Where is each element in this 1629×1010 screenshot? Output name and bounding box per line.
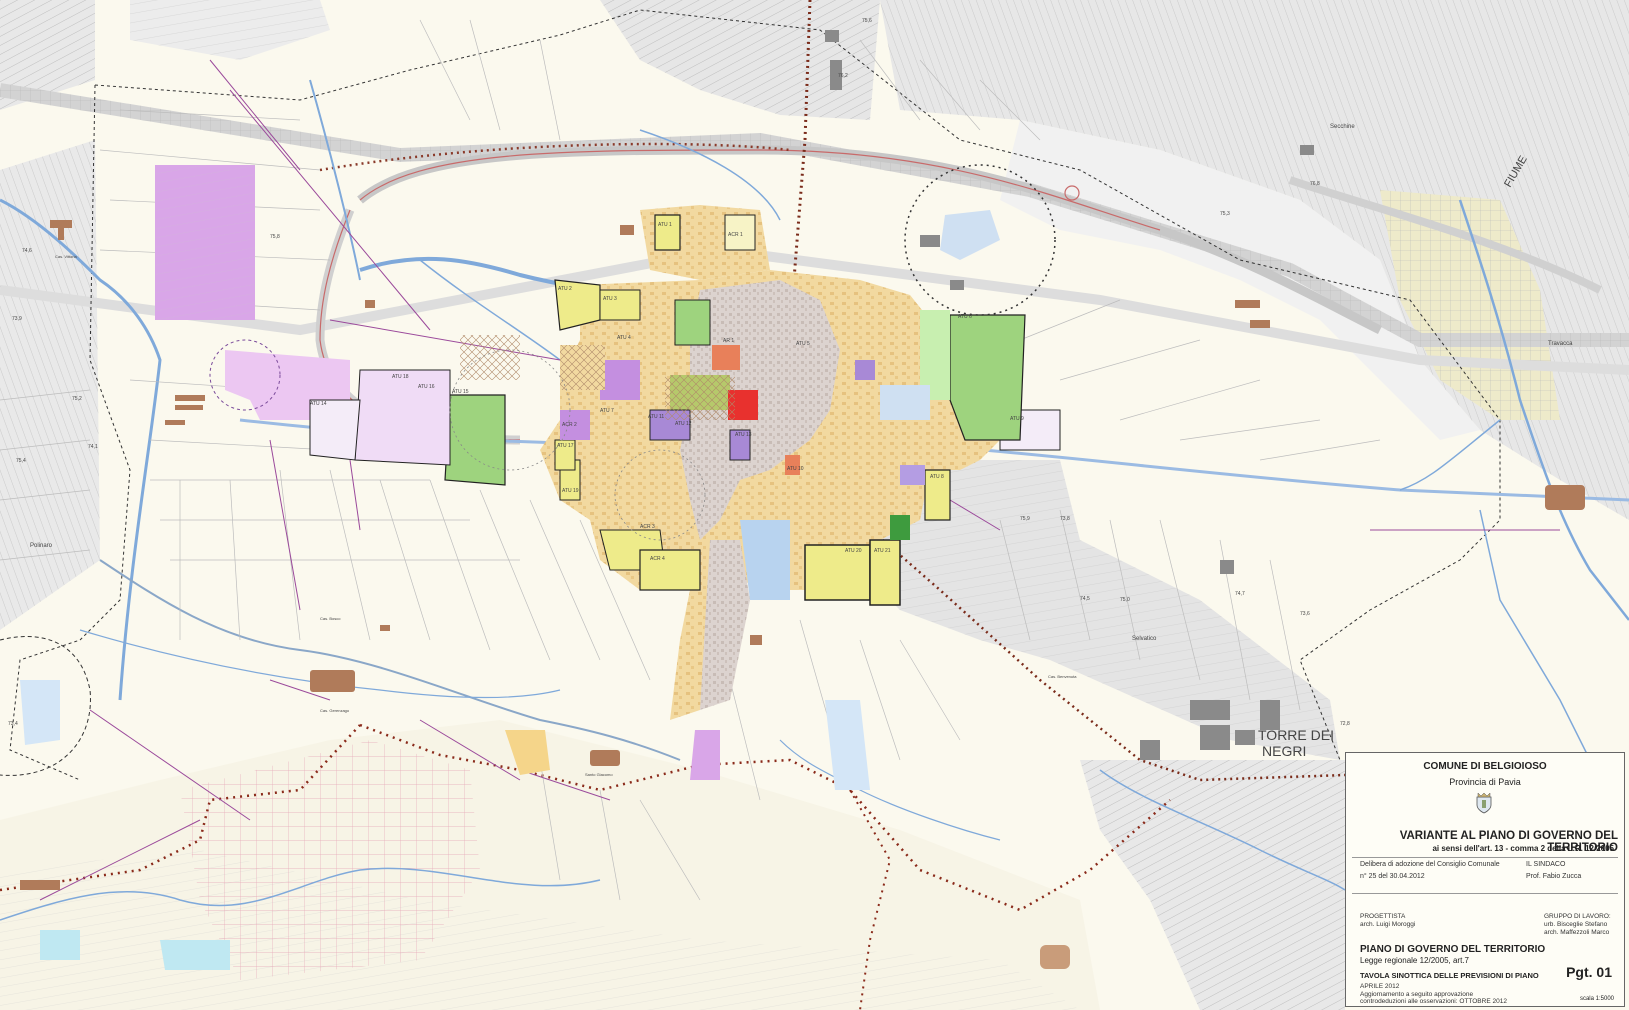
sheet-code: Pgt. 01 xyxy=(1566,964,1612,980)
zone-label: ATU 19 xyxy=(562,488,579,494)
spot-height: 73,4 xyxy=(8,721,18,727)
designer-label: PROGETTISTA xyxy=(1360,913,1406,920)
spot-height: 76,8 xyxy=(1310,181,1320,187)
divider xyxy=(1352,857,1618,858)
spot-height: 75,6 xyxy=(862,18,872,24)
workgroup-member: urb. Bisceglie Stefano xyxy=(1544,921,1608,928)
zone-label: ATU 6 xyxy=(958,314,972,320)
workgroup-label: GRUPPO DI LAVORO: xyxy=(1544,913,1611,920)
document-subtitle: ai sensi dell'art. 13 - comma 2 della L.… xyxy=(1432,844,1614,853)
plan-title: PIANO DI GOVERNO DEL TERRITORIO xyxy=(1360,944,1546,955)
mayor-label: IL SINDACO xyxy=(1526,861,1566,868)
zone-label: ATU 2 xyxy=(558,286,572,292)
spot-height: 75,8 xyxy=(270,234,280,240)
law-reference: Legge regionale 12/2005, art.7 xyxy=(1360,956,1469,965)
zone-label: ATU 9 xyxy=(1010,416,1024,422)
mayor-name: Prof. Fabio Zucca xyxy=(1526,873,1582,880)
place-label: Secchine xyxy=(1330,124,1355,130)
adoption-label: Delibera di adozione del Consiglio Comun… xyxy=(1360,861,1500,868)
zone-label: ATU 13 xyxy=(735,432,752,438)
place-label: Selvatico xyxy=(1132,636,1157,642)
zone-label: ATU 5 xyxy=(796,341,810,347)
zone-label: ATU 11 xyxy=(648,414,664,420)
spot-height: 74,6 xyxy=(22,248,32,254)
place-label: Cas. Benvenuta xyxy=(1048,674,1077,679)
zone-label: ATU 3 xyxy=(603,296,617,302)
designer-name: arch. Luigi Moroggi xyxy=(1360,921,1416,928)
zone-label: ATU 15 xyxy=(452,389,469,395)
zone-label: AR 1 xyxy=(723,338,734,344)
spot-height: 76,2 xyxy=(838,73,848,79)
spot-height: 74,7 xyxy=(1235,591,1245,597)
zone-label: ACR 1 xyxy=(728,232,743,238)
coat-of-arms-icon xyxy=(1476,792,1492,814)
zone-label: ATU 10 xyxy=(787,466,804,472)
zone-label: ATU 1 xyxy=(658,222,672,228)
date-update-detail: controdeduzioni alle osservazioni: OTTOB… xyxy=(1360,998,1507,1005)
zone-label: ACR 4 xyxy=(650,556,665,562)
date-update: Aggiornamento a seguito approvazione xyxy=(1360,991,1474,998)
place-label: Cas. Bosco xyxy=(320,616,341,621)
zone-label: ATU 18 xyxy=(392,374,409,380)
zone-label: ATU 12 xyxy=(675,421,692,427)
zone-label: ATU 21 xyxy=(874,548,891,554)
adoption-ref: n° 25 del 30.04.2012 xyxy=(1360,873,1425,880)
place-label: Travacca xyxy=(1548,341,1573,347)
spot-height: 75,0 xyxy=(1120,597,1130,603)
place-label: Cas. Vittoria xyxy=(55,254,77,259)
map-scale: scala 1:5000 xyxy=(1579,996,1614,1002)
spot-height: 73,6 xyxy=(1300,611,1310,617)
spot-height: 73,9 xyxy=(12,316,22,322)
workgroup-member: arch. Maffezzoli Marco xyxy=(1544,929,1610,936)
spot-height: 72,8 xyxy=(1340,721,1350,727)
place-label: Polinaro xyxy=(30,543,53,549)
place-label: NEGRI xyxy=(1262,743,1306,759)
divider xyxy=(1352,893,1618,894)
zone-label: ATU 20 xyxy=(845,548,862,554)
place-label: Santo Giacomo xyxy=(585,772,613,777)
place-label: Cas. Gerenzago xyxy=(320,708,350,713)
spot-height: 73,8 xyxy=(1060,516,1070,522)
province-name: Provincia di Pavia xyxy=(1449,777,1521,787)
spot-height: 75,3 xyxy=(1220,211,1230,217)
zone-label: ACR 2 xyxy=(562,422,577,428)
place-label: TORRE DEI xyxy=(1258,727,1334,743)
spot-height: 74,1 xyxy=(88,444,98,450)
municipality-name: COMUNE DI BELGIOIOSO xyxy=(1423,761,1547,772)
date-adoption: APRILE 2012 xyxy=(1360,983,1400,990)
zone-label: ATU 14 xyxy=(310,401,327,407)
spot-height: 74,5 xyxy=(1080,596,1090,602)
zone-label: ATU 8 xyxy=(930,474,944,480)
zone-label: ATU 7 xyxy=(600,408,614,414)
spot-height: 75,2 xyxy=(72,396,82,402)
spot-height: 75,4 xyxy=(16,458,26,464)
zone-label: ACR 3 xyxy=(640,524,655,530)
title-block: COMUNE DI BELGIOIOSO Provincia di Pavia … xyxy=(1345,752,1625,1007)
zone-label: ATU 16 xyxy=(418,384,435,390)
spot-height: 75,9 xyxy=(1020,516,1030,522)
zone-label: ATU 17 xyxy=(557,443,574,449)
sheet-title: TAVOLA SINOTTICA DELLE PREVISIONI DI PIA… xyxy=(1360,971,1539,980)
zone-label: ATU 4 xyxy=(617,335,631,341)
